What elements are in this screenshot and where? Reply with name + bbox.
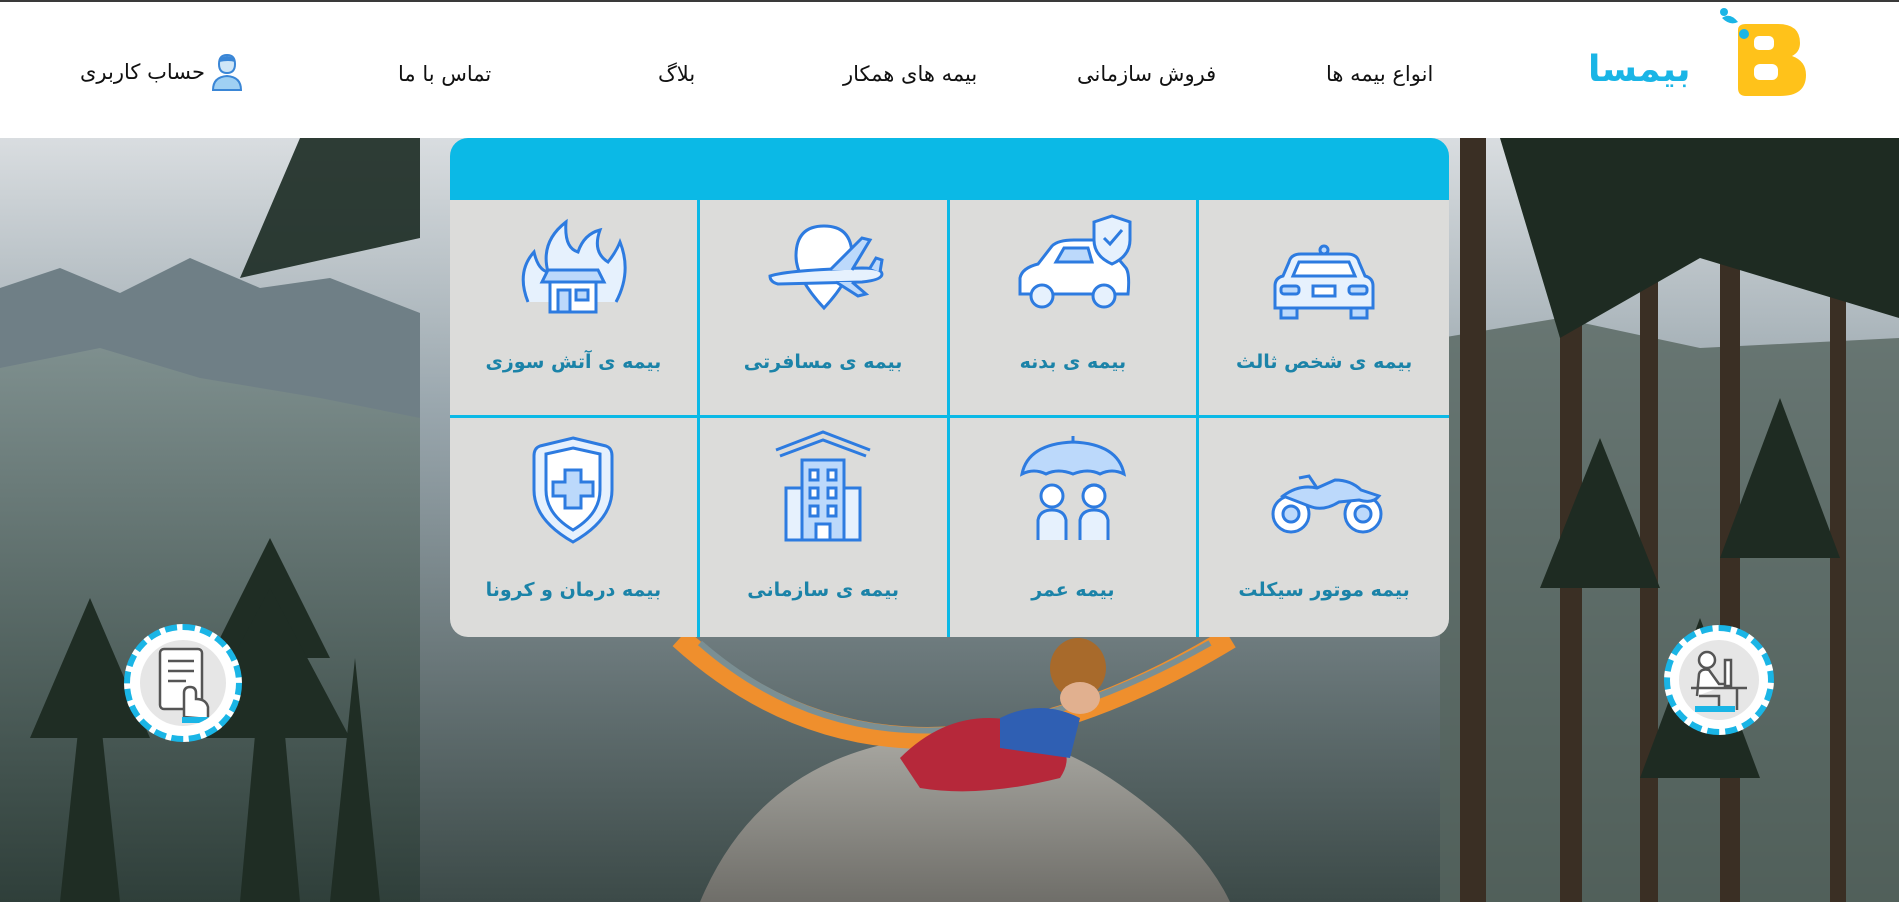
- insurance-card-motorcycle[interactable]: بیمه موتور سیکلت: [1199, 418, 1449, 637]
- nav-corporate-sales[interactable]: فروش سازمانی: [1077, 60, 1216, 88]
- insurance-label-body: بیمه ی بدنه: [1019, 351, 1127, 373]
- insurance-card-medical[interactable]: بیمه درمان و کرونا: [450, 418, 700, 637]
- left-floating-badge[interactable]: [124, 624, 242, 742]
- airplane-icon: [768, 224, 884, 311]
- nav-partner-insurance[interactable]: بیمه های همکار: [843, 60, 977, 88]
- car-front-icon: [1273, 244, 1375, 320]
- insurance-card-third-party[interactable]: بیمه ی شخص ثالث: [1199, 200, 1449, 418]
- insurance-label-motorcycle: بیمه موتور سیکلت: [1238, 579, 1410, 601]
- insurance-card-life[interactable]: بیمه عمر: [950, 418, 1200, 637]
- site-header: بیمسا انواع بیمه ها فروش سازمانی بیمه ها…: [0, 0, 1899, 138]
- insurance-label-medical: بیمه درمان و کرونا: [485, 579, 662, 601]
- user-avatar-icon: [211, 53, 242, 91]
- insurance-grid: بیمه ی آتش سوزی بیمه ی مسافرتی بیمه ی بد…: [450, 200, 1449, 637]
- nav-blog[interactable]: بلاگ: [658, 60, 695, 88]
- insurance-card-travel[interactable]: بیمه ی مسافرتی: [699, 200, 950, 418]
- burning-house-icon: [522, 218, 628, 314]
- insurance-label-third-party: بیمه ی شخص ثالث: [1236, 351, 1413, 373]
- user-account-link[interactable]: حساب کاربری: [80, 52, 243, 92]
- insurance-label-life: بیمه عمر: [1031, 579, 1115, 601]
- insurance-card-fire[interactable]: بیمه ی آتش سوزی: [450, 200, 700, 418]
- car-shield-icon: [1018, 214, 1132, 309]
- office-building-icon: [775, 430, 871, 542]
- main-nav: انواع بیمه ها فروش سازمانی بیمه های همکا…: [0, 60, 1899, 90]
- right-badge-circle: [1679, 640, 1759, 720]
- insurance-card-corporate[interactable]: بیمه ی سازمانی: [700, 418, 950, 637]
- left-badge-circle: [140, 640, 226, 726]
- umbrella-family-icon: [1019, 436, 1126, 540]
- right-floating-badge[interactable]: [1664, 625, 1774, 735]
- tablet-touch-icon: [158, 647, 210, 723]
- account-label: حساب کاربری: [80, 60, 205, 84]
- insurance-types-panel: بیمه ی آتش سوزی بیمه ی مسافرتی بیمه ی بد…: [450, 138, 1449, 637]
- panel-header-bar: [450, 138, 1449, 200]
- medical-shield-icon: [532, 436, 614, 544]
- nav-insurance-types[interactable]: انواع بیمه ها: [1326, 60, 1433, 88]
- nav-contact[interactable]: تماس با ما: [398, 60, 491, 88]
- insurance-label-travel: بیمه ی مسافرتی: [743, 351, 903, 373]
- insurance-label-corporate: بیمه ی سازمانی: [747, 579, 900, 601]
- desk-worker-icon: [1691, 650, 1747, 712]
- motorcycle-icon: [1271, 474, 1383, 534]
- insurance-label-fire: بیمه ی آتش سوزی: [485, 351, 662, 373]
- insurance-card-body[interactable]: بیمه ی بدنه: [949, 200, 1200, 418]
